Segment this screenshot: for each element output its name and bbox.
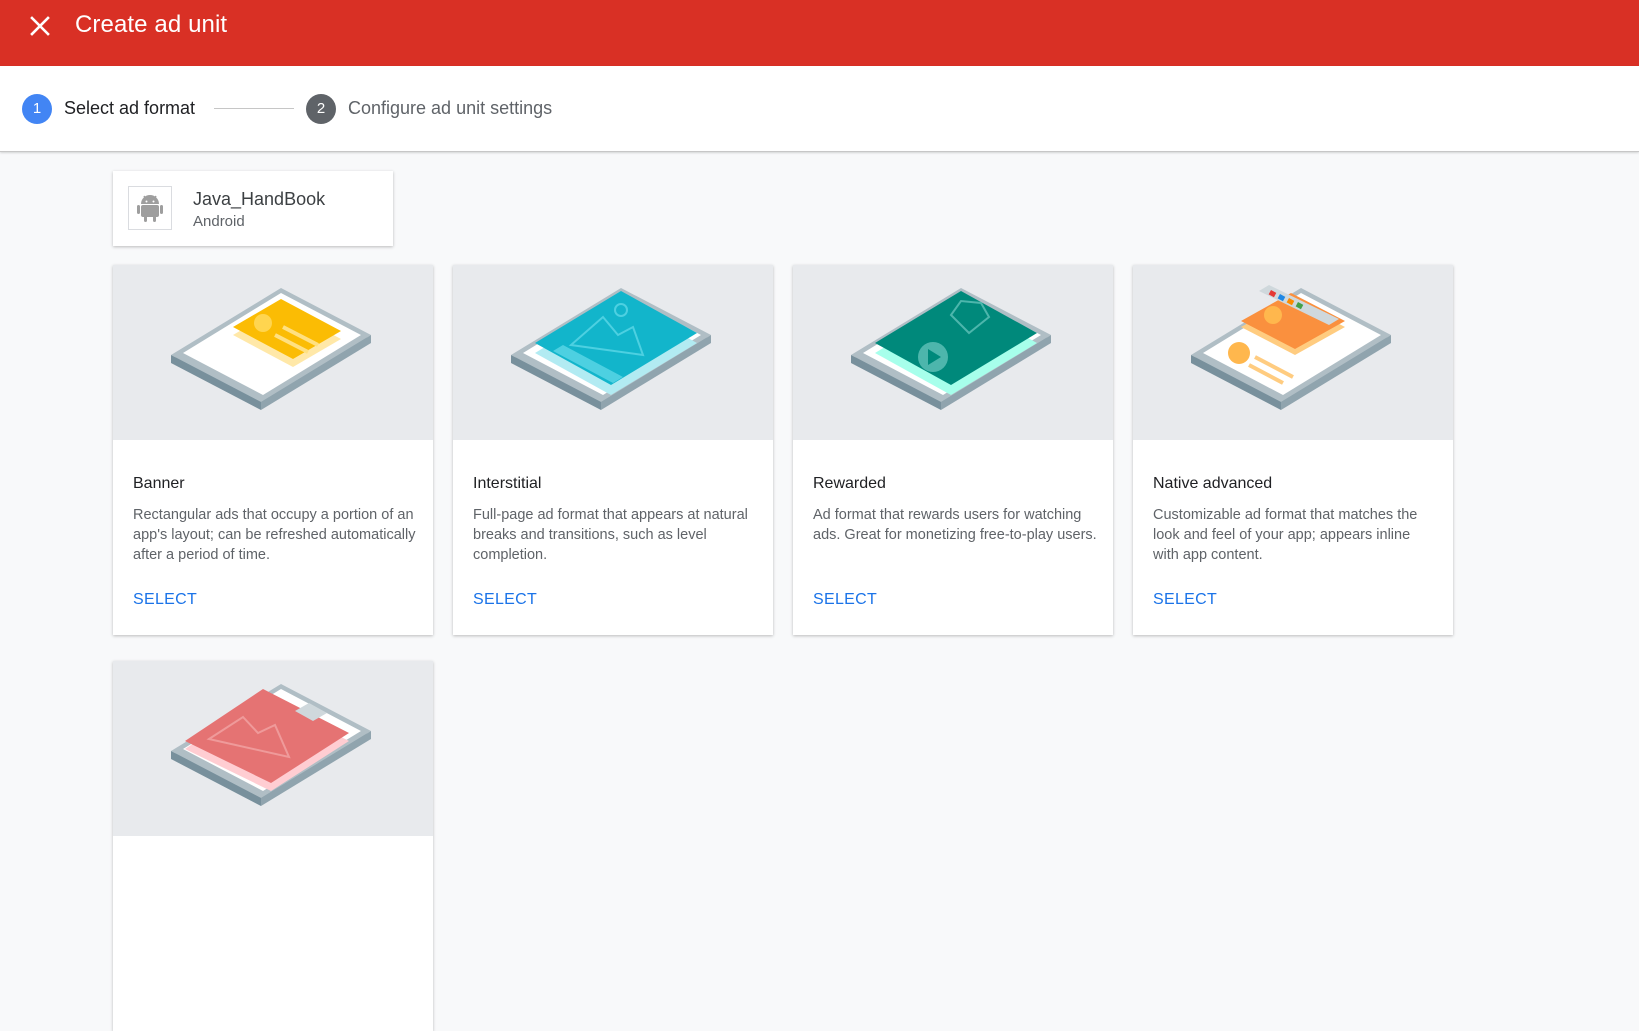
select-rewarded-button[interactable]: SELECT	[813, 591, 877, 609]
format-card-native-advanced[interactable]: Native advanced Customizable ad format t…	[1133, 265, 1453, 635]
step-connector	[214, 108, 294, 109]
native-advanced-illustration	[1133, 265, 1453, 440]
rewarded-illustration	[793, 265, 1113, 440]
app-platform: Android	[193, 213, 245, 230]
select-native-advanced-button[interactable]: SELECT	[1153, 591, 1217, 609]
step-configure-settings[interactable]: 2 Configure ad unit settings	[306, 66, 552, 151]
step-number-badge: 1	[22, 93, 52, 124]
format-card-rewarded[interactable]: Rewarded Ad format that rewards users fo…	[793, 265, 1113, 635]
banner-illustration	[113, 265, 433, 440]
step-select-ad-format[interactable]: 1 Select ad format	[22, 66, 195, 151]
format-card-rewarded-interstitial[interactable]	[113, 661, 433, 1031]
format-description: Ad format that rewards users for watchin…	[813, 507, 1097, 543]
format-title: Rewarded	[813, 475, 886, 492]
step-label: Select ad format	[64, 98, 196, 118]
app-name: Java_HandBook	[193, 189, 326, 209]
rewarded-interstitial-illustration	[113, 661, 433, 836]
format-description: Customizable ad format that matches the …	[1153, 507, 1418, 563]
close-icon[interactable]	[26, 12, 54, 40]
select-banner-button[interactable]: SELECT	[133, 591, 197, 609]
app-info-card: Java_HandBook Android	[113, 171, 393, 246]
stepper: 1 Select ad format 2 Configure ad unit s…	[0, 66, 1639, 152]
step-label: Configure ad unit settings	[348, 98, 553, 118]
top-app-bar: Create ad unit	[0, 0, 1639, 66]
format-card-interstitial[interactable]: Interstitial Full-page ad format that ap…	[453, 265, 773, 635]
page-title: Create ad unit	[75, 11, 228, 38]
format-title: Banner	[133, 475, 185, 492]
format-description: Rectangular ads that occupy a portion of…	[133, 507, 416, 563]
android-icon	[128, 186, 172, 230]
format-title: Interstitial	[473, 475, 542, 492]
interstitial-illustration	[453, 265, 773, 440]
format-description: Full-page ad format that appears at natu…	[473, 507, 748, 563]
format-card-banner[interactable]: Banner Rectangular ads that occupy a por…	[113, 265, 433, 635]
select-interstitial-button[interactable]: SELECT	[473, 591, 537, 609]
step-number-badge: 2	[306, 93, 336, 124]
format-title: Native advanced	[1153, 475, 1273, 492]
